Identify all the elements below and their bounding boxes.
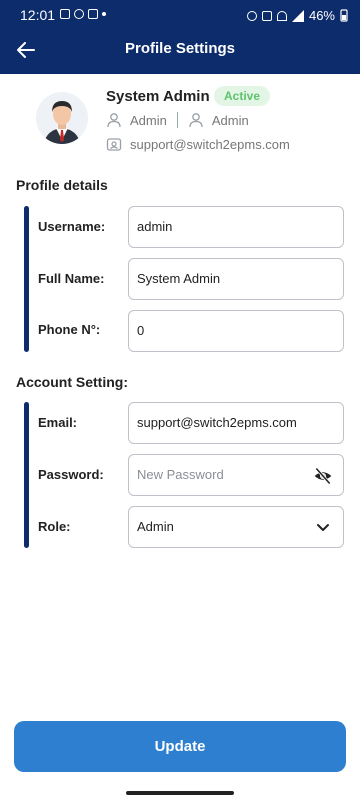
password-label: Password:	[38, 467, 104, 482]
email-label: Email:	[38, 415, 78, 430]
full-name-label: Full Name:	[38, 271, 105, 286]
dropdown-toggle[interactable]	[313, 518, 333, 538]
password-field[interactable]: New Password	[128, 454, 344, 496]
top-bar: 12:01 46% Profile Settings	[0, 0, 360, 74]
phone-field[interactable]: 0	[128, 310, 344, 352]
update-button[interactable]: Update	[14, 721, 346, 772]
user-avatar-icon	[44, 101, 80, 144]
person-icon	[107, 113, 121, 128]
mail-notification-icon	[88, 9, 98, 19]
profile-details-title: Profile details	[16, 177, 108, 193]
phone-value: 0	[137, 323, 145, 338]
battery-percentage: 46%	[308, 8, 335, 23]
profile-name: System Admin	[106, 88, 210, 105]
status-badge: Active	[214, 86, 271, 106]
username-value: admin	[137, 219, 173, 234]
visibility-off-icon	[314, 467, 332, 485]
role-secondary: Admin	[211, 112, 249, 128]
role-row: Admin Admin	[106, 112, 249, 128]
divider	[176, 112, 178, 128]
toggle-password-visibility-button[interactable]	[313, 466, 333, 486]
system-icons: 46%	[246, 8, 348, 23]
username-label: Username:	[38, 219, 106, 234]
account-setting-title: Account Setting:	[16, 374, 128, 390]
person-icon	[189, 113, 203, 128]
profile-email: support@switch2epms.com	[130, 136, 290, 152]
role-label: Role:	[38, 519, 71, 534]
home-indicator	[126, 791, 234, 795]
status-time: 12:01	[20, 7, 56, 23]
app-notification-icon	[74, 9, 84, 19]
email-value: support@switch2epms.com	[137, 415, 297, 430]
status-bar: 12:01 46%	[0, 0, 360, 30]
account-setting-rail	[24, 402, 29, 548]
role-primary: Admin	[130, 112, 167, 128]
password-placeholder: New Password	[137, 467, 224, 482]
email-row: support@switch2epms.com	[106, 136, 290, 152]
mute-icon	[261, 10, 272, 21]
full-name-value: System Admin	[137, 271, 221, 286]
role-select[interactable]: Admin	[128, 506, 344, 548]
role-value: Admin	[137, 519, 174, 534]
avatar	[36, 92, 88, 144]
signal-icon	[291, 9, 304, 22]
more-notifications-icon	[102, 12, 106, 16]
contact-mail-icon	[106, 138, 122, 151]
notification-icons	[60, 9, 106, 19]
page-title: Profile Settings	[124, 40, 236, 57]
email-field[interactable]: support@switch2epms.com	[128, 402, 344, 444]
profile-details-rail	[24, 206, 29, 352]
chevron-down-icon	[317, 524, 329, 531]
battery-icon	[340, 9, 348, 22]
alarm-icon	[246, 10, 257, 21]
full-name-field[interactable]: System Admin	[128, 258, 344, 300]
phone-label: Phone N°:	[38, 322, 101, 337]
username-field[interactable]: admin	[128, 206, 344, 248]
wifi-icon	[276, 10, 287, 21]
image-notification-icon	[60, 9, 70, 19]
